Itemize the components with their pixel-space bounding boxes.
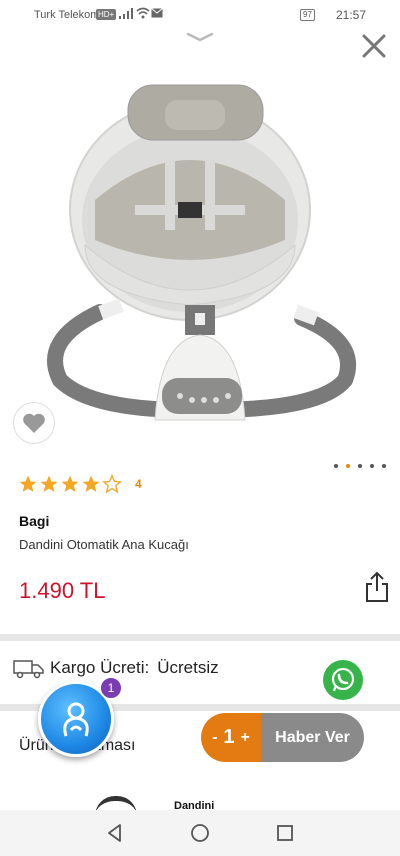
- quantity-stepper[interactable]: - 1 +: [201, 713, 261, 762]
- notify-me-button[interactable]: Haber Ver: [261, 713, 364, 762]
- divider: [0, 634, 400, 641]
- brand-name[interactable]: Bagi: [19, 513, 49, 529]
- cart-bar: - 1 + Haber Ver: [201, 713, 364, 762]
- chevron-down-icon[interactable]: [186, 30, 214, 44]
- recents-icon[interactable]: [274, 822, 296, 844]
- star-empty-icon: [102, 474, 122, 494]
- back-icon[interactable]: [104, 822, 126, 844]
- notification-badge: 1: [99, 676, 123, 700]
- quantity-value: 1: [223, 726, 235, 748]
- wifi-icon: [136, 7, 150, 19]
- decrement-button[interactable]: -: [212, 729, 217, 747]
- increment-button[interactable]: +: [241, 729, 250, 747]
- shipping-value: Ücretsiz: [157, 658, 219, 677]
- favorite-button[interactable]: [13, 402, 55, 444]
- gallery-dot[interactable]: [358, 464, 362, 468]
- status-bar: Turk Telekom HD+ 97 21:57: [0, 0, 400, 30]
- rating[interactable]: 4: [18, 474, 142, 494]
- close-icon[interactable]: [360, 32, 388, 60]
- star-icon: [82, 475, 100, 492]
- assistant-icon: [63, 702, 89, 737]
- carrier-name: Turk Telekom: [34, 9, 100, 21]
- star-icon: [19, 475, 37, 492]
- gallery-dot[interactable]: [370, 464, 374, 468]
- gallery-dot[interactable]: [382, 464, 386, 468]
- shipping-label: Kargo Ücreti:: [50, 658, 150, 677]
- product-title: Dandini Otomatik Ana Kucağı: [19, 537, 189, 552]
- system-nav-bar: [0, 810, 400, 856]
- home-icon[interactable]: [189, 822, 211, 844]
- truck-icon: [13, 660, 44, 679]
- heart-icon: [23, 413, 45, 433]
- star-icon: [61, 475, 79, 492]
- signal-icon: [119, 8, 133, 19]
- star-icon: [40, 475, 58, 492]
- product-image[interactable]: [40, 80, 370, 430]
- rating-value: 4: [135, 477, 142, 491]
- gallery-dot-active[interactable]: [346, 464, 350, 468]
- network-badge: HD+: [96, 9, 117, 20]
- battery-indicator: 97: [300, 9, 315, 21]
- gallery-dots[interactable]: [334, 464, 386, 468]
- whatsapp-icon: [331, 667, 355, 692]
- product-price: 1.490 TL: [19, 578, 106, 603]
- share-icon[interactable]: [363, 570, 391, 604]
- clock: 21:57: [336, 8, 367, 22]
- gallery-dot[interactable]: [334, 464, 338, 468]
- whatsapp-button[interactable]: [323, 660, 363, 700]
- mail-icon: [151, 8, 163, 18]
